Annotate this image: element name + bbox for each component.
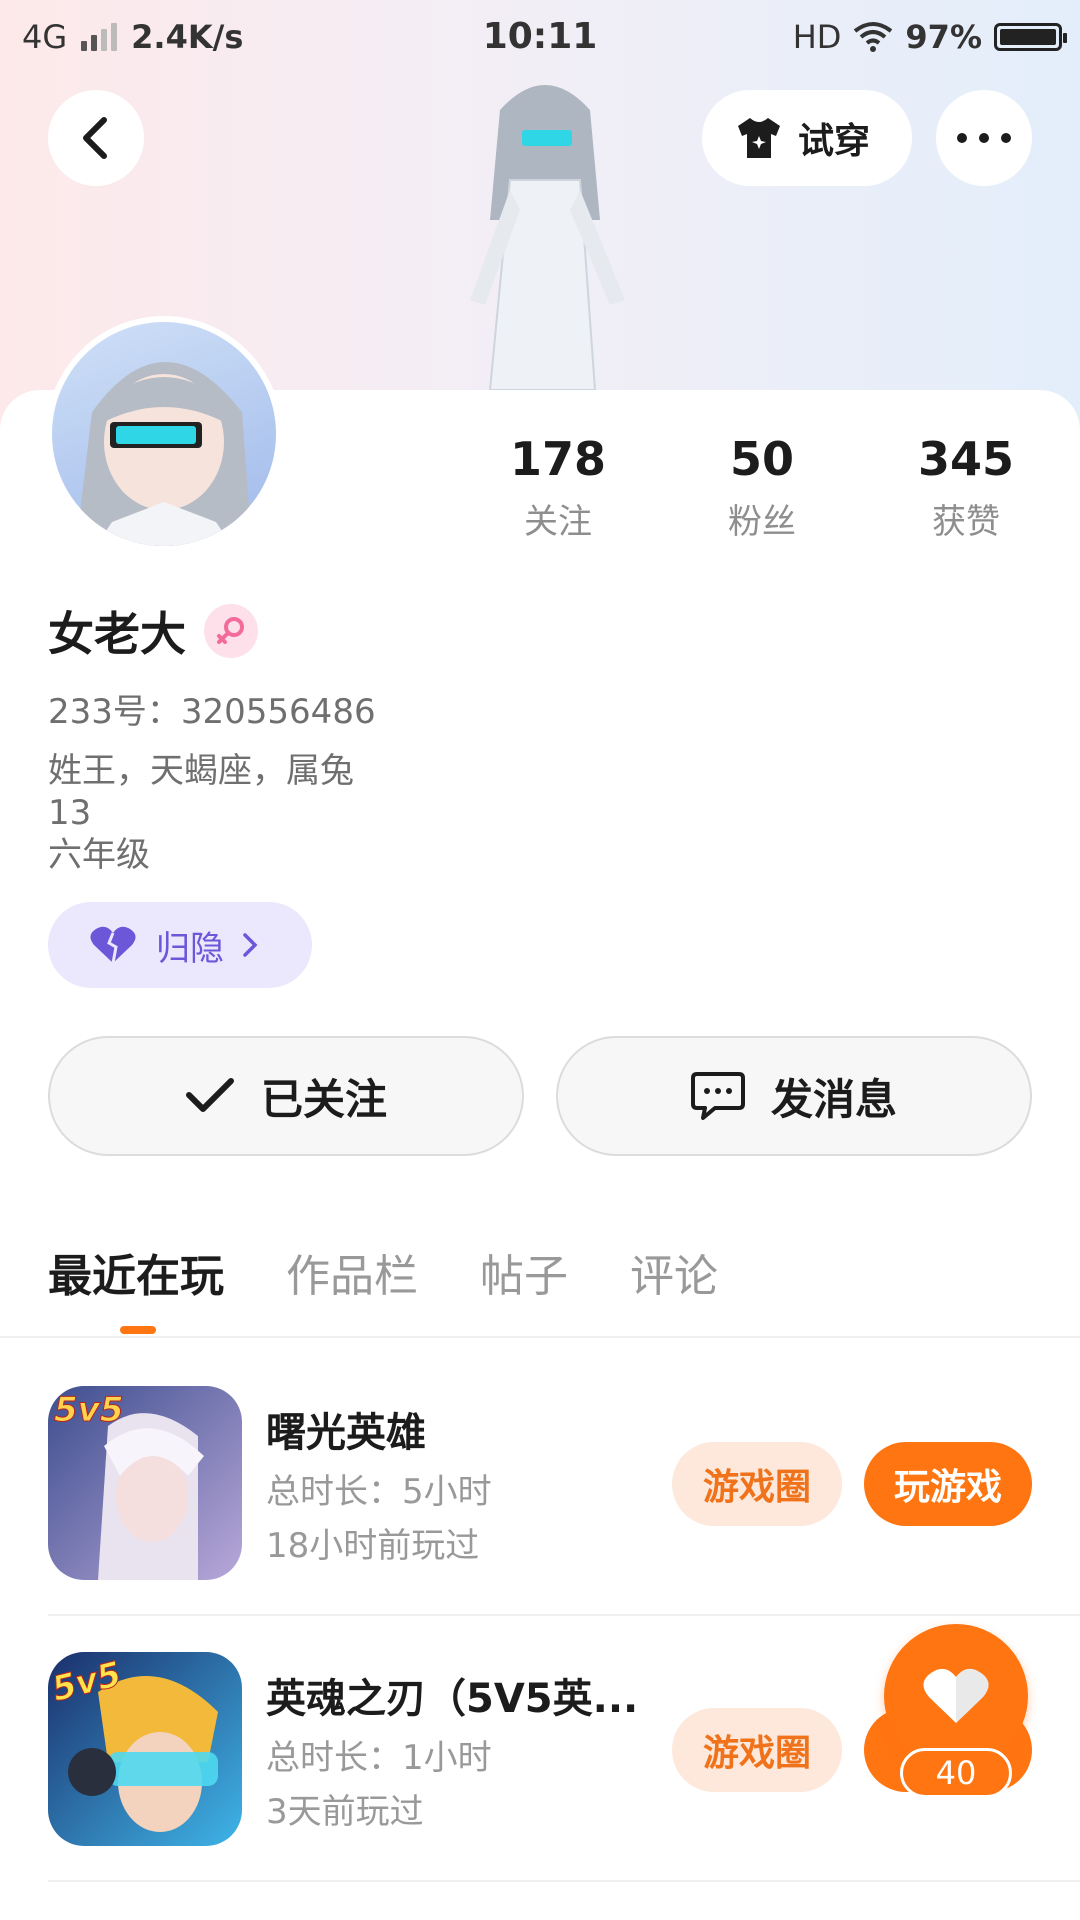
character-model [470, 85, 625, 390]
stat-label: 获赞 [932, 502, 1000, 542]
stat-likes[interactable]: 345 获赞 [886, 432, 1046, 543]
game-circle-button[interactable]: 游戏圈 [672, 1442, 842, 1526]
game-circle-button[interactable]: 游戏圈 [672, 1708, 842, 1792]
profile-name: 女老大 [48, 607, 186, 661]
status-tag[interactable]: 归隐 [48, 902, 312, 988]
game-duration: 总时长：5小时 [266, 1472, 492, 1512]
divider [48, 1880, 1080, 1882]
divider [0, 1336, 1080, 1338]
profile-tabs: 最近在玩 作品栏 帖子 评论 [48, 1240, 718, 1304]
bio: 姓王，天蝎座，属兔 13 六年级 [48, 750, 354, 876]
back-button[interactable] [48, 90, 144, 186]
hd-indicator: HD [792, 18, 842, 56]
battery-percent: 97% [905, 18, 982, 56]
avatar-image [76, 362, 252, 546]
tab-posts[interactable]: 帖子 [480, 1240, 568, 1304]
message-label: 发消息 [770, 1074, 897, 1124]
bio-line: 六年级 [48, 835, 150, 875]
battery-icon [994, 23, 1067, 51]
stat-label: 关注 [524, 502, 592, 542]
like-button[interactable] [884, 1624, 1028, 1768]
wifi-icon [854, 22, 893, 52]
profile-name-row: 女老大 [48, 598, 258, 664]
status-bar: 4G 2.4K/s 10:11 HD 97% [0, 0, 1080, 76]
try-on-label: 试穿 [798, 121, 871, 162]
list-item[interactable]: 5v5 曙光英雄 总时长：5小时 18小时前玩过 游戏圈 玩游戏 [48, 1386, 1080, 1580]
stat-label: 粉丝 [728, 502, 796, 542]
bio-line: 姓王，天蝎座，属兔 [48, 751, 354, 791]
active-tab-indicator [120, 1326, 156, 1334]
broken-heart-icon [90, 926, 136, 964]
game-last-played: 18小时前玩过 [266, 1526, 480, 1566]
heart-icon [923, 1668, 989, 1723]
game-icon[interactable]: 5v5 [48, 1652, 242, 1846]
like-count: 40 [900, 1748, 1012, 1798]
bio-line: 13 [48, 793, 92, 833]
stat-value: 345 [917, 432, 1015, 486]
stat-value: 50 [729, 432, 794, 486]
tab-recently-played[interactable]: 最近在玩 [48, 1240, 224, 1304]
chat-icon [690, 1072, 745, 1120]
divider [48, 1614, 1080, 1616]
follow-button[interactable]: 已关注 [48, 1036, 524, 1156]
play-game-button[interactable]: 玩游戏 [864, 1442, 1032, 1526]
more-icon [957, 133, 1011, 143]
stat-value: 178 [509, 432, 607, 486]
game-icon[interactable]: 5v5 [48, 1386, 242, 1580]
female-icon [204, 604, 258, 658]
game-duration: 总时长：1小时 [266, 1738, 492, 1778]
game-title: 英魂之刃（5V5英... [266, 1676, 639, 1722]
message-button[interactable]: 发消息 [556, 1036, 1032, 1156]
game-last-played: 3天前玩过 [266, 1792, 424, 1832]
game-title: 曙光英雄 [266, 1410, 426, 1456]
tab-comments[interactable]: 评论 [630, 1240, 718, 1304]
user-id: 233号：320556486 [48, 692, 376, 732]
shirt-icon [738, 118, 780, 158]
game-badge: 5v5 [53, 1390, 124, 1431]
chevron-right-icon [243, 933, 258, 957]
check-icon [185, 1078, 234, 1112]
stat-following[interactable]: 178 关注 [478, 432, 638, 543]
follow-label: 已关注 [260, 1074, 387, 1124]
tab-works[interactable]: 作品栏 [286, 1240, 418, 1304]
avatar[interactable] [46, 316, 282, 552]
stat-fans[interactable]: 50 粉丝 [682, 432, 842, 543]
chevron-left-icon [83, 117, 107, 159]
tag-label: 归隐 [156, 928, 224, 969]
more-button[interactable] [936, 90, 1032, 186]
try-on-button[interactable]: 试穿 [702, 90, 912, 186]
